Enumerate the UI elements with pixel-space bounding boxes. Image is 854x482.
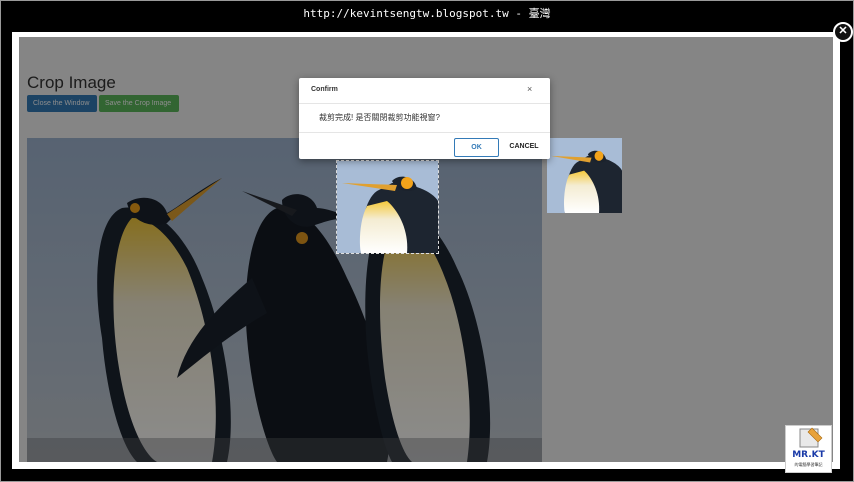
dialog-footer: OK CANCEL: [299, 132, 550, 160]
ok-button[interactable]: OK: [454, 138, 499, 157]
lightbox-frame: http://kevintsengtw.blogspot.tw - 臺灣 Cro…: [0, 0, 854, 482]
mrkt-logo: MR.KT 的電腦學習筆記: [785, 425, 832, 473]
crop-thumbnail: [547, 138, 622, 213]
thumbnail-image: [547, 138, 622, 213]
dialog-close-icon[interactable]: ×: [527, 84, 532, 94]
url-caption: http://kevintsengtw.blogspot.tw - 臺灣: [1, 1, 853, 27]
notebook-icon: [799, 427, 823, 448]
crop-preview-image: [337, 161, 438, 253]
logo-subtitle: 的電腦學習筆記: [794, 462, 823, 467]
crop-selection[interactable]: [336, 160, 439, 254]
confirm-dialog: Confirm × 裁剪完成! 是否關閉裁剪功能視窗? OK CANCEL: [299, 78, 550, 159]
logo-text: MR.KT: [792, 450, 825, 460]
dialog-header: Confirm ×: [299, 78, 550, 104]
cancel-button[interactable]: CANCEL: [505, 138, 543, 155]
dialog-message: 裁剪完成! 是否關閉裁剪功能視窗?: [319, 113, 440, 122]
dialog-title: Confirm: [311, 86, 338, 93]
close-icon[interactable]: ✕: [833, 22, 853, 42]
